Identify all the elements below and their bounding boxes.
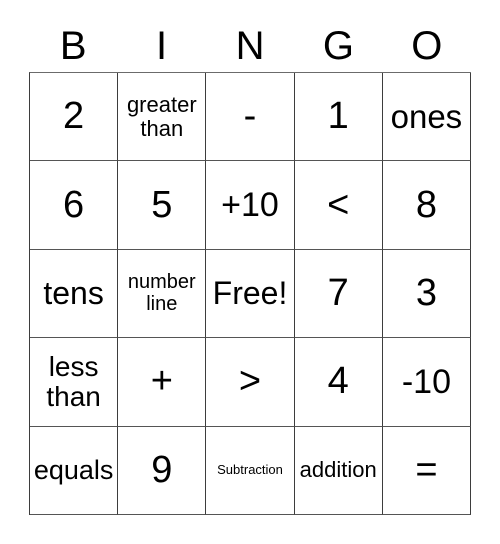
bingo-cell-label: 9	[151, 448, 173, 491]
bingo-cell-label: greater than	[126, 91, 197, 141]
bingo-cell-label: 3	[415, 272, 437, 314]
bingo-cell-label: ones	[390, 97, 463, 135]
bingo-cell-label: <	[327, 183, 350, 226]
bingo-header-letter-n: N	[235, 24, 265, 68]
bingo-cell-label: 4	[327, 360, 349, 403]
bingo-cell-o4[interactable]: -10	[382, 338, 472, 427]
bingo-cell-g1[interactable]: 1	[294, 73, 383, 162]
bingo-cell-n4[interactable]: >	[206, 338, 295, 427]
bingo-cell-o3[interactable]: 3	[382, 249, 472, 339]
bingo-cell-i1[interactable]: greater than	[118, 73, 207, 162]
bingo-grid: 2 greater than - 1 ones 6 5 +10 < 8 tens…	[29, 72, 472, 516]
bingo-cell-o1[interactable]: ones	[382, 73, 472, 162]
bingo-cell-label: equals	[33, 454, 114, 485]
bingo-cell-free-space[interactable]: Free!	[206, 249, 295, 339]
bingo-cell-label: 7	[327, 272, 349, 314]
bingo-cell-label: -10	[401, 362, 451, 401]
bingo-cell-n5[interactable]: Subtraction	[206, 426, 295, 516]
bingo-row: less than + > 4 -10	[30, 338, 472, 427]
bingo-cell-label: 2	[63, 95, 85, 138]
bingo-cell-label: >	[238, 360, 262, 403]
bingo-card: B I N G O 2 greater than - 1 ones 6 5 +1…	[0, 0, 500, 544]
bingo-header-letter-i: I	[156, 24, 168, 68]
bingo-cell-i3[interactable]: number line	[118, 249, 207, 339]
bingo-cell-b2[interactable]: 6	[30, 161, 119, 250]
bingo-cell-b3[interactable]: tens	[30, 249, 119, 339]
bingo-cell-i2[interactable]: 5	[118, 161, 207, 250]
bingo-cell-i5[interactable]: 9	[118, 426, 207, 516]
bingo-cell-b1[interactable]: 2	[30, 73, 119, 162]
bingo-free-space-label: Free!	[212, 275, 288, 312]
bingo-cell-label: Subtraction	[217, 462, 283, 478]
bingo-cell-label: number line	[127, 270, 196, 315]
bingo-cell-label: 6	[63, 183, 85, 226]
bingo-header-row: B I N G O	[29, 20, 471, 72]
bingo-cell-label: addition	[299, 457, 377, 483]
bingo-cell-b4[interactable]: less than	[30, 338, 119, 427]
bingo-header-letter-b: B	[59, 24, 87, 68]
bingo-cell-label: +	[150, 360, 173, 403]
bingo-row: 2 greater than - 1 ones	[30, 73, 472, 162]
bingo-cell-g3[interactable]: 7	[294, 249, 383, 339]
bingo-cell-label: =	[415, 448, 438, 491]
bingo-row: tens number line Free! 7 3	[30, 249, 472, 339]
bingo-row: equals 9 Subtraction addition =	[30, 426, 472, 516]
bingo-cell-label: 5	[151, 183, 173, 226]
bingo-cell-g2[interactable]: <	[294, 161, 383, 250]
bingo-cell-label: 8	[415, 183, 437, 226]
bingo-cell-o5[interactable]: =	[382, 426, 472, 516]
bingo-cell-label: 1	[327, 95, 349, 138]
bingo-row: 6 5 +10 < 8	[30, 161, 472, 250]
bingo-cell-label: less than	[46, 350, 101, 412]
bingo-cell-n2[interactable]: +10	[206, 161, 295, 250]
bingo-cell-o2[interactable]: 8	[382, 161, 472, 250]
bingo-cell-label: +10	[221, 185, 279, 224]
bingo-cell-n1[interactable]: -	[206, 73, 295, 162]
bingo-header-letter-g: G	[322, 24, 354, 68]
bingo-cell-label: tens	[43, 275, 104, 312]
bingo-cell-label: -	[243, 95, 257, 138]
bingo-cell-g5[interactable]: addition	[294, 426, 383, 516]
bingo-cell-b5[interactable]: equals	[30, 426, 119, 516]
bingo-cell-i4[interactable]: +	[118, 338, 207, 427]
bingo-header-letter-o: O	[411, 24, 443, 68]
bingo-cell-g4[interactable]: 4	[294, 338, 383, 427]
